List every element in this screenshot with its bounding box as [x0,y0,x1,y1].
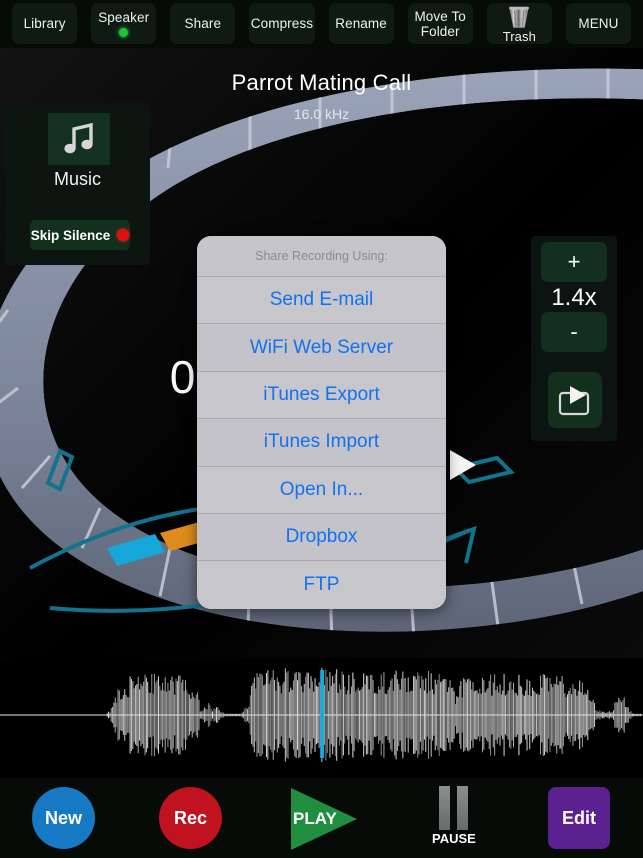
share-dialog-title: Share Recording Using: [197,236,446,277]
skip-silence-indicator-icon [117,229,130,241]
skip-silence-toggle[interactable]: Skip Silence [30,220,130,250]
toolbar-label-share: Share [184,16,222,31]
play-position-caret-icon [450,450,476,480]
app-root: Library Speaker Share Compress Rename Mo… [0,0,643,858]
toolbar-label-speaker: Speaker [98,10,150,25]
toolbar-button-share[interactable]: Share [170,3,236,44]
speed-value: 1.4x [551,284,597,311]
top-toolbar: Library Speaker Share Compress Rename Mo… [0,0,643,48]
toolbar-label-menu: MENU [578,16,619,31]
pause-button-label: PAUSE [432,831,476,846]
pause-icon [432,786,474,830]
share-option-dropbox[interactable]: Dropbox [197,513,446,562]
toolbar-button-rename[interactable]: Rename [328,3,394,44]
toolbar-label-trash: Trash [502,29,536,44]
share-option-itunes-export[interactable]: iTunes Export [197,371,446,420]
transport-bar: New Rec PLAY PAUSE Edit [0,778,643,858]
category-label: Music [53,169,101,189]
share-option-itunes-import[interactable]: iTunes Import [197,419,446,467]
edit-button[interactable]: Edit [548,787,610,849]
record-button[interactable]: Rec [159,787,222,849]
toolbar-button-move-to-folder[interactable]: Move To Folder [407,3,473,44]
play-button-label: PLAY [293,809,337,828]
speaker-status-led-icon [119,28,129,37]
toolbar-button-library[interactable]: Library [12,3,78,44]
share-option-ftp[interactable]: FTP [197,561,446,609]
toolbar-label-move-line1: Move To [414,8,466,24]
toolbar-label-rename: Rename [335,16,387,31]
toolbar-button-compress[interactable]: Compress [249,3,315,44]
toolbar-label-move-line2: Folder [420,23,460,39]
share-option-open-in[interactable]: Open In... [197,466,446,514]
toolbar-label-compress: Compress [250,16,314,31]
loop-play-icon [558,386,590,416]
waveform-display[interactable] [0,658,643,778]
skip-silence-label: Skip Silence [30,227,111,243]
new-recording-button[interactable]: New [32,787,95,849]
toolbar-button-trash[interactable]: Trash [486,3,552,44]
music-note-icon [64,122,93,154]
toolbar-button-speaker[interactable]: Speaker [91,3,157,44]
speed-decrease-button[interactable]: - [541,312,607,352]
pause-button[interactable]: PAUSE [432,786,476,852]
share-option-wifi-web-server[interactable]: WiFi Web Server [197,324,446,372]
share-option-send-email[interactable]: Send E-mail [197,277,446,325]
toolbar-label-library: Library [23,16,66,31]
loop-play-button[interactable] [548,372,602,428]
speed-increase-button[interactable]: + [541,242,607,282]
trash-icon [509,6,530,28]
category-panel: Music Skip Silence [5,103,150,265]
play-button[interactable]: PLAY [291,788,363,850]
playback-speed-panel: + 1.4x - [531,236,617,441]
category-icon-tile[interactable] [48,113,110,165]
share-recording-dialog: Share Recording Using: Send E-mail WiFi … [197,236,446,609]
toolbar-button-menu[interactable]: MENU [565,3,631,44]
